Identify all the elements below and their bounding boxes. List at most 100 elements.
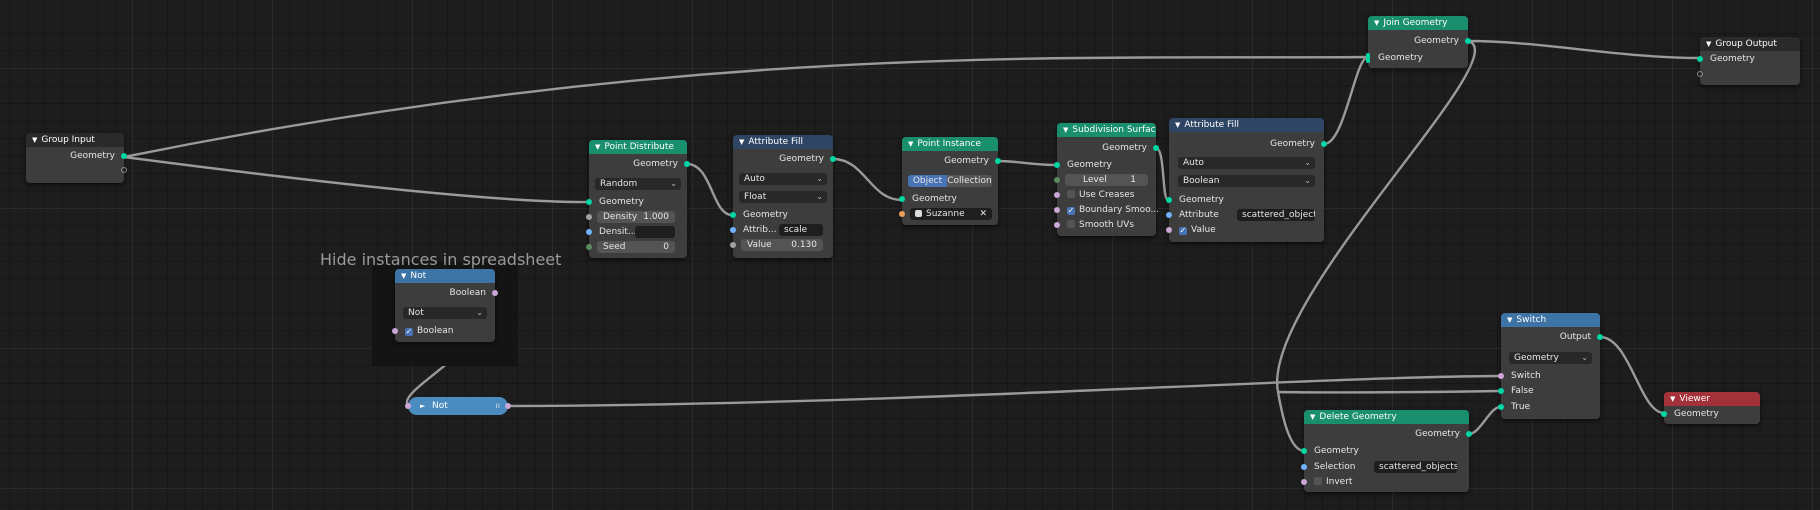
string-socket[interactable] <box>586 229 592 235</box>
int-socket[interactable] <box>1054 177 1060 183</box>
collapse-triangle-icon[interactable]: ▼ <box>1374 16 1379 30</box>
collapse-triangle-icon[interactable]: ▼ <box>1175 118 1180 132</box>
collapse-triangle-icon[interactable]: ▼ <box>1063 123 1068 137</box>
point-instance-node[interactable]: ▼ Point Instance Geometry Object Collecti… <box>899 137 1001 225</box>
geometry-socket[interactable] <box>1465 38 1471 44</box>
attribute-fill-node[interactable]: ▼ Attribute Fill Geometry Auto ⌄ Float ⌄ Ge… <box>730 135 836 258</box>
node-header[interactable]: ▼ Group Input <box>26 133 124 147</box>
subdivision-surface-node[interactable]: ▼ Subdivision Surface Geometry Geometry L… <box>1054 123 1159 236</box>
geometry-socket[interactable] <box>899 196 905 202</box>
geometry-socket[interactable] <box>1466 431 1472 437</box>
data-type-dropdown[interactable]: Float ⌄ <box>739 191 827 203</box>
value-field[interactable]: Value 0.130 <box>741 239 823 251</box>
geometry-socket[interactable] <box>1697 56 1703 62</box>
boolean-socket[interactable] <box>1301 479 1307 485</box>
expand-triangle-icon[interactable]: ► <box>420 397 425 415</box>
geometry-socket[interactable] <box>1054 162 1060 168</box>
collapse-triangle-icon[interactable]: ▼ <box>1310 410 1315 424</box>
empty-socket[interactable] <box>1697 71 1703 77</box>
geometry-socket[interactable] <box>1321 141 1327 147</box>
node-header[interactable]: ▼ Viewer <box>1664 392 1760 406</box>
boolean-socket[interactable] <box>1054 192 1060 198</box>
collapse-triangle-icon[interactable]: ▼ <box>908 137 913 151</box>
collapse-triangle-icon[interactable]: ▼ <box>739 135 744 149</box>
join-geometry-node[interactable]: ▼ Join Geometry Geometry Geometry <box>1366 16 1471 68</box>
string-socket[interactable] <box>1301 464 1307 470</box>
value-checkbox[interactable]: ✓ <box>1179 227 1187 235</box>
geometry-socket[interactable] <box>586 199 592 205</box>
use-creases-checkbox[interactable] <box>1067 190 1075 198</box>
boolean-socket[interactable] <box>1166 227 1172 233</box>
string-socket[interactable] <box>1166 212 1172 218</box>
operation-dropdown[interactable]: Not ⌄ <box>403 307 487 319</box>
collapse-triangle-icon[interactable]: ▼ <box>595 140 600 154</box>
boolean-socket[interactable] <box>505 403 511 409</box>
geometry-socket[interactable] <box>830 156 836 162</box>
group-output-node[interactable]: ▼ Group Output Geometry <box>1697 37 1800 85</box>
node-header[interactable]: ▼ Subdivision Surface <box>1057 123 1156 137</box>
point-distribute-node[interactable]: ▼ Point Distribute Geometry Random ⌄ Geome… <box>586 140 690 258</box>
tab-object[interactable]: Object <box>908 175 947 187</box>
boundary-smooth-checkbox[interactable]: ✓ <box>1067 207 1075 215</box>
boolean-checkbox[interactable]: ✓ <box>405 328 413 336</box>
data-type-dropdown[interactable]: Boolean ⌄ <box>1178 175 1315 187</box>
collapse-triangle-icon[interactable]: ▼ <box>32 133 37 147</box>
collapsed-not-node[interactable]: ► Not ıı <box>405 397 511 415</box>
node-header[interactable]: ▼ Point Instance <box>902 137 998 151</box>
node-header[interactable]: ▼ Attribute Fill <box>1169 118 1324 132</box>
float-socket[interactable] <box>586 214 592 220</box>
node-header[interactable]: ▼ Attribute Fill <box>733 135 833 149</box>
collapse-triangle-icon[interactable]: ▼ <box>401 269 406 283</box>
node-header[interactable]: ▼ Group Output <box>1700 37 1800 51</box>
geometry-socket[interactable] <box>1498 404 1504 410</box>
geometry-socket[interactable] <box>1597 334 1603 340</box>
tab-collection[interactable]: Collection <box>947 175 992 187</box>
float-socket[interactable] <box>730 242 736 248</box>
node-editor-canvas[interactable]: Hide instances in spreadsheet ▼ Group Inp… <box>0 0 1820 510</box>
geometry-socket[interactable] <box>1661 411 1667 417</box>
boolean-socket[interactable] <box>492 290 498 296</box>
delete-geometry-node[interactable]: ▼ Delete Geometry Geometry Geometry Selec… <box>1301 410 1472 492</box>
string-socket[interactable] <box>730 227 736 233</box>
int-socket[interactable] <box>586 244 592 250</box>
attribute-name-field[interactable]: scattered_objects <box>1237 209 1315 221</box>
viewer-node[interactable]: ▼ Viewer Geometry <box>1661 392 1760 424</box>
node-header[interactable]: ▼ Switch <box>1501 313 1600 327</box>
collapse-triangle-icon[interactable]: ▼ <box>1706 37 1711 51</box>
domain-dropdown[interactable]: Auto ⌄ <box>739 173 827 185</box>
boolean-socket[interactable] <box>1054 222 1060 228</box>
node-header[interactable]: ▼ Delete Geometry <box>1304 410 1469 424</box>
invert-checkbox[interactable] <box>1314 477 1322 485</box>
boolean-socket[interactable] <box>1498 373 1504 379</box>
clear-icon[interactable]: ✕ <box>979 208 987 220</box>
node-header[interactable]: ▼ Not <box>395 269 495 283</box>
node-header[interactable]: ▼ Join Geometry <box>1368 16 1468 30</box>
seed-field[interactable]: Seed 0 <box>597 241 675 253</box>
geometry-socket[interactable] <box>121 153 127 159</box>
geometry-socket[interactable] <box>1301 448 1307 454</box>
density-attribute-field[interactable] <box>635 226 675 238</box>
density-field[interactable]: Density 1.000 <box>597 211 675 223</box>
node-header[interactable]: ▼ Point Distribute <box>589 140 687 154</box>
empty-socket[interactable] <box>121 167 127 173</box>
object-field[interactable]: Suzanne ✕ <box>910 208 992 220</box>
not-node[interactable]: ▼ Not Boolean Not ⌄ ✓ Boolean <box>392 269 498 342</box>
attribute-name-field[interactable]: scale <box>779 224 823 236</box>
geometry-socket[interactable] <box>684 161 690 167</box>
geometry-socket[interactable] <box>1166 197 1172 203</box>
geometry-socket[interactable] <box>1498 388 1504 394</box>
group-input-node[interactable]: ▼ Group Input Geometry <box>26 133 127 183</box>
attribute-fill-node-2[interactable]: ▼ Attribute Fill Geometry Auto ⌄ Boolean ⌄ … <box>1166 118 1327 242</box>
domain-dropdown[interactable]: Auto ⌄ <box>1178 157 1315 169</box>
collapse-triangle-icon[interactable]: ▼ <box>1507 313 1512 327</box>
object-socket[interactable] <box>899 211 905 217</box>
boolean-socket[interactable] <box>405 403 411 409</box>
input-type-dropdown[interactable]: Geometry ⌄ <box>1509 352 1592 364</box>
smooth-uvs-checkbox[interactable] <box>1067 220 1075 228</box>
selection-field[interactable]: scattered_objects <box>1374 461 1457 473</box>
multi-input-socket[interactable] <box>1366 53 1370 63</box>
distribute-mode-dropdown[interactable]: Random ⌄ <box>595 178 681 190</box>
geometry-socket[interactable] <box>730 212 736 218</box>
collapse-triangle-icon[interactable]: ▼ <box>1670 392 1675 406</box>
switch-node[interactable]: ▼ Switch Output Geometry ⌄ Switch False Tr… <box>1498 313 1603 419</box>
